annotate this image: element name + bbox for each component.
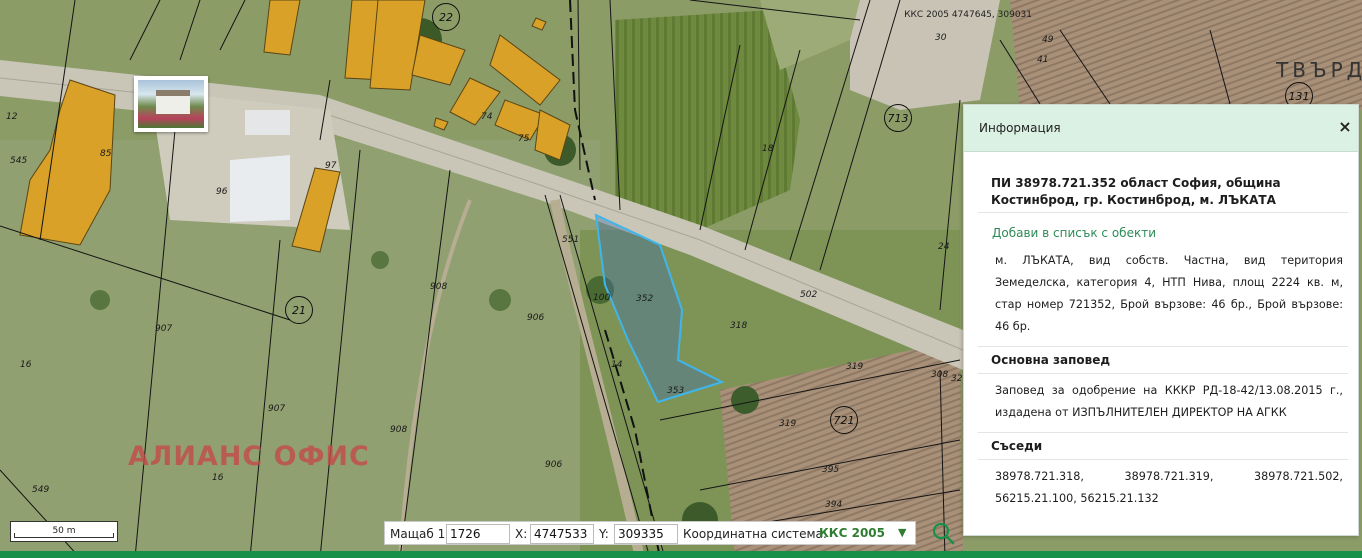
parcel-label: 352 (636, 294, 654, 304)
chevron-down-icon[interactable]: ▼ (898, 526, 906, 539)
parcel-label: 18 (762, 144, 774, 154)
crs-label: Координатна система: (683, 527, 827, 541)
parcel-label: 319 (779, 419, 797, 429)
parcel-label: 100 (593, 293, 611, 303)
divider (978, 432, 1348, 433)
divider (978, 373, 1348, 374)
parcel-label: 12 (6, 112, 18, 122)
info-panel-title: Информация (979, 121, 1061, 135)
parcel-label: 549 (32, 485, 50, 495)
parcel-label: 74 (481, 112, 493, 122)
parcel-label: 502 (800, 290, 818, 300)
parcel-label: 545 (10, 156, 28, 166)
y-label: Y: (599, 527, 609, 541)
photo-thumbnail[interactable] (134, 76, 208, 132)
y-coordinate-input[interactable] (614, 524, 678, 544)
parcel-label: 14 (611, 360, 623, 370)
parcel-label: 906 (545, 460, 563, 470)
scale-bar: 50 m (10, 521, 118, 542)
info-panel-header: Информация × (964, 105, 1358, 152)
parcel-label: 308 (931, 370, 949, 380)
parcel-label: 318 (730, 321, 748, 331)
parcel-label: 907 (155, 324, 173, 334)
divider (978, 346, 1348, 347)
divider (978, 212, 1348, 213)
parcel-label: 353 (667, 386, 685, 396)
crs-select[interactable]: ККС 2005 (819, 526, 885, 540)
neighbors-text: 38978.721.318, 38978.721.319, 38978.721.… (995, 470, 1343, 505)
add-to-list-link[interactable]: Добави в списък с обекти (992, 226, 1156, 240)
region-label: ТВЪРД (1276, 58, 1362, 82)
parcel-label: 908 (390, 425, 408, 435)
neighbors-heading: Съседи (991, 439, 1043, 453)
parcel-label: 24 (938, 242, 950, 252)
parcel-label: 75 (518, 134, 530, 144)
scale-input[interactable] (446, 524, 510, 544)
parcel-label: 16 (20, 360, 32, 370)
parcel-label: 907 (268, 404, 286, 414)
watermark: АЛИАНС ОФИС (128, 441, 370, 472)
parcel-label: 908 (430, 282, 448, 292)
parcel-label: 551 (562, 235, 580, 245)
divider (978, 459, 1348, 460)
close-icon[interactable]: × (1337, 118, 1353, 136)
x-coordinate-input[interactable] (530, 524, 594, 544)
circled-parcel-label: 22 (432, 3, 460, 31)
scale-label: Мащаб 1: (390, 527, 450, 541)
info-panel: Информация × ПИ 38978.721.352 област Соф… (963, 104, 1359, 536)
parcel-label: 394 (825, 500, 843, 510)
parcel-label: 319 (846, 362, 864, 372)
coordinate-bar: Мащаб 1: X: Y: Координатна система: ККС … (384, 521, 916, 545)
parcel-label: 97 (325, 161, 337, 171)
circled-parcel-label: 713 (884, 104, 912, 132)
cursor-coordinates: ККС 2005 4747645, 309031 (904, 10, 1032, 20)
parcel-label: 41 (1037, 55, 1049, 65)
circled-parcel-label: 721 (830, 406, 858, 434)
order-text: Заповед за одобрение на КККР РД-18-42/13… (995, 384, 1343, 419)
parcel-label: 30 (935, 33, 947, 43)
bottom-stripe (0, 551, 1362, 558)
photo-image (138, 80, 204, 128)
parcel-label: 85 (100, 149, 112, 159)
parcel-title: ПИ 38978.721.352 област София, община Ко… (991, 176, 1281, 207)
order-heading: Основна заповед (991, 353, 1111, 367)
x-label: X: (515, 527, 528, 541)
parcel-label: 906 (527, 313, 545, 323)
circled-parcel-label: 21 (285, 296, 313, 324)
parcel-label: 32 (951, 374, 963, 384)
parcel-description: м. ЛЪКАТА, вид собств. Частна, вид терит… (995, 254, 1343, 333)
parcel-label: 49 (1042, 35, 1054, 45)
search-icon[interactable] (930, 520, 956, 546)
parcel-label: 96 (216, 187, 228, 197)
parcel-label: 16 (212, 473, 224, 483)
parcel-label: 395 (822, 465, 840, 475)
